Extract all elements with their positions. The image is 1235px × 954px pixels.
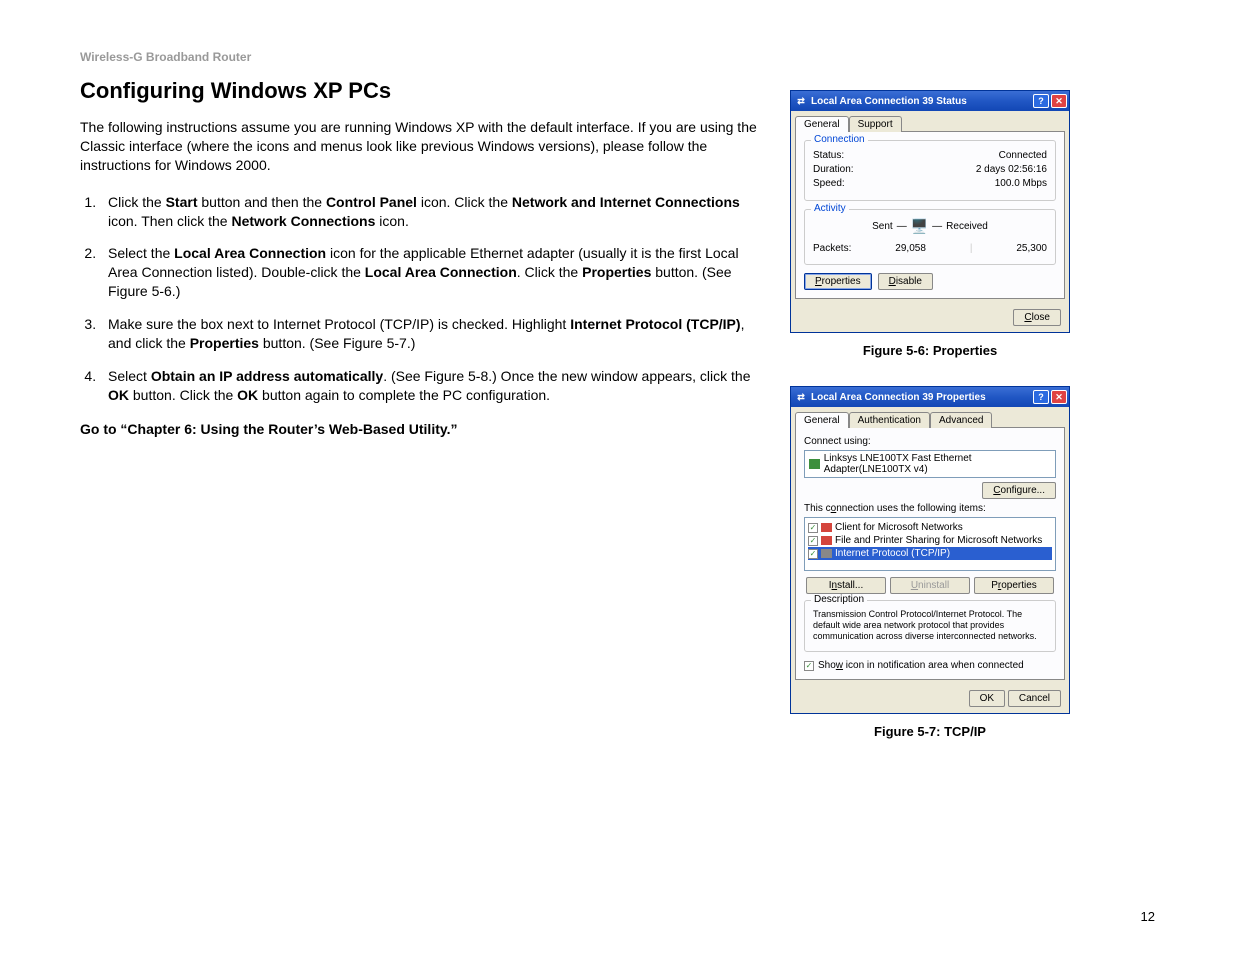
activity-legend: Activity: [811, 203, 849, 214]
intro-paragraph: The following instructions assume you ar…: [80, 118, 760, 175]
properties-dialog: ⇄ Local Area Connection 39 Properties ? …: [790, 386, 1070, 714]
ok-button[interactable]: OK: [969, 690, 1005, 707]
activity-icon: 🖥️: [911, 218, 928, 235]
packets-label: Packets:: [813, 243, 851, 254]
description-group: Description Transmission Control Protoco…: [804, 600, 1056, 652]
uninstall-button[interactable]: Uninstall: [890, 577, 970, 594]
connection-icon: ⇄: [795, 95, 807, 107]
connect-using-label: Connect using:: [804, 436, 1056, 447]
help-button[interactable]: ?: [1033, 94, 1049, 108]
disable-button[interactable]: Disable: [878, 273, 933, 290]
client-icon: [821, 523, 832, 532]
status-label: Status:: [813, 150, 844, 161]
description-legend: Description: [811, 594, 867, 605]
items-label: This connection uses the following items…: [804, 503, 1056, 514]
connection-group: Connection Status:Connected Duration:2 d…: [804, 140, 1056, 201]
nic-icon: [809, 459, 820, 469]
tab-general[interactable]: General: [795, 412, 849, 428]
step-3: Make sure the box next to Internet Proto…: [100, 315, 760, 353]
goto-chapter: Go to “Chapter 6: Using the Router’s Web…: [80, 421, 760, 437]
section-title: Configuring Windows XP PCs: [80, 78, 760, 104]
checkbox-icon[interactable]: ✓: [808, 549, 818, 559]
close-button[interactable]: ✕: [1051, 390, 1067, 404]
duration-label: Duration:: [813, 164, 854, 175]
connection-icon: ⇄: [795, 391, 807, 403]
protocol-icon: [821, 549, 832, 558]
components-list[interactable]: ✓Client for Microsoft Networks ✓File and…: [804, 517, 1056, 571]
steps-list: Click the Start button and then the Cont…: [80, 193, 760, 405]
packets-sent: 29,058: [895, 243, 926, 254]
step-1: Click the Start button and then the Cont…: [100, 193, 760, 231]
step-4: Select Obtain an IP address automaticall…: [100, 367, 760, 405]
sent-label: Sent: [872, 221, 893, 232]
service-icon: [821, 536, 832, 545]
properties-title: Local Area Connection 39 Properties: [811, 392, 1033, 403]
page-number: 12: [1141, 909, 1155, 924]
show-icon-label: Show icon in notification area when conn…: [818, 660, 1024, 671]
adapter-name: Linksys LNE100TX Fast Ethernet Adapter(L…: [824, 453, 1051, 475]
connection-legend: Connection: [811, 134, 868, 145]
figure-5-6-caption: Figure 5-6: Properties: [790, 343, 1070, 358]
status-value: Connected: [999, 150, 1047, 161]
duration-value: 2 days 02:56:16: [976, 164, 1047, 175]
adapter-field: Linksys LNE100TX Fast Ethernet Adapter(L…: [804, 450, 1056, 478]
tab-authentication[interactable]: Authentication: [849, 412, 930, 428]
checkbox-icon[interactable]: ✓: [808, 523, 818, 533]
tab-support[interactable]: Support: [849, 116, 902, 132]
show-icon-checkbox[interactable]: ✓: [804, 661, 814, 671]
help-button[interactable]: ?: [1033, 390, 1049, 404]
description-text: Transmission Control Protocol/Internet P…: [813, 607, 1047, 643]
cancel-button[interactable]: Cancel: [1008, 690, 1061, 707]
item-properties-button[interactable]: Properties: [974, 577, 1054, 594]
properties-titlebar[interactable]: ⇄ Local Area Connection 39 Properties ? …: [791, 387, 1069, 407]
install-button[interactable]: Install...: [806, 577, 886, 594]
close-dialog-button[interactable]: Close: [1013, 309, 1061, 326]
configure-button[interactable]: Configure...: [982, 482, 1056, 499]
tab-advanced[interactable]: Advanced: [930, 412, 992, 428]
step-2: Select the Local Area Connection icon fo…: [100, 244, 760, 301]
list-item-selected[interactable]: ✓Internet Protocol (TCP/IP): [808, 547, 1052, 560]
status-title: Local Area Connection 39 Status: [811, 96, 1033, 107]
doc-header: Wireless-G Broadband Router: [80, 50, 760, 64]
list-item[interactable]: ✓File and Printer Sharing for Microsoft …: [808, 534, 1052, 547]
status-dialog: ⇄ Local Area Connection 39 Status ? ✕ Ge…: [790, 90, 1070, 333]
tab-general[interactable]: General: [795, 116, 849, 132]
activity-group: Activity Sent — 🖥️ — Received Pa: [804, 209, 1056, 265]
speed-value: 100.0 Mbps: [995, 178, 1047, 189]
close-button[interactable]: ✕: [1051, 94, 1067, 108]
received-label: Received: [946, 221, 988, 232]
list-item[interactable]: ✓Client for Microsoft Networks: [808, 521, 1052, 534]
packets-received: 25,300: [1016, 243, 1047, 254]
figure-5-7-caption: Figure 5-7: TCP/IP: [790, 724, 1070, 739]
speed-label: Speed:: [813, 178, 845, 189]
properties-button[interactable]: PPropertiesroperties: [804, 273, 872, 290]
checkbox-icon[interactable]: ✓: [808, 536, 818, 546]
status-titlebar[interactable]: ⇄ Local Area Connection 39 Status ? ✕: [791, 91, 1069, 111]
